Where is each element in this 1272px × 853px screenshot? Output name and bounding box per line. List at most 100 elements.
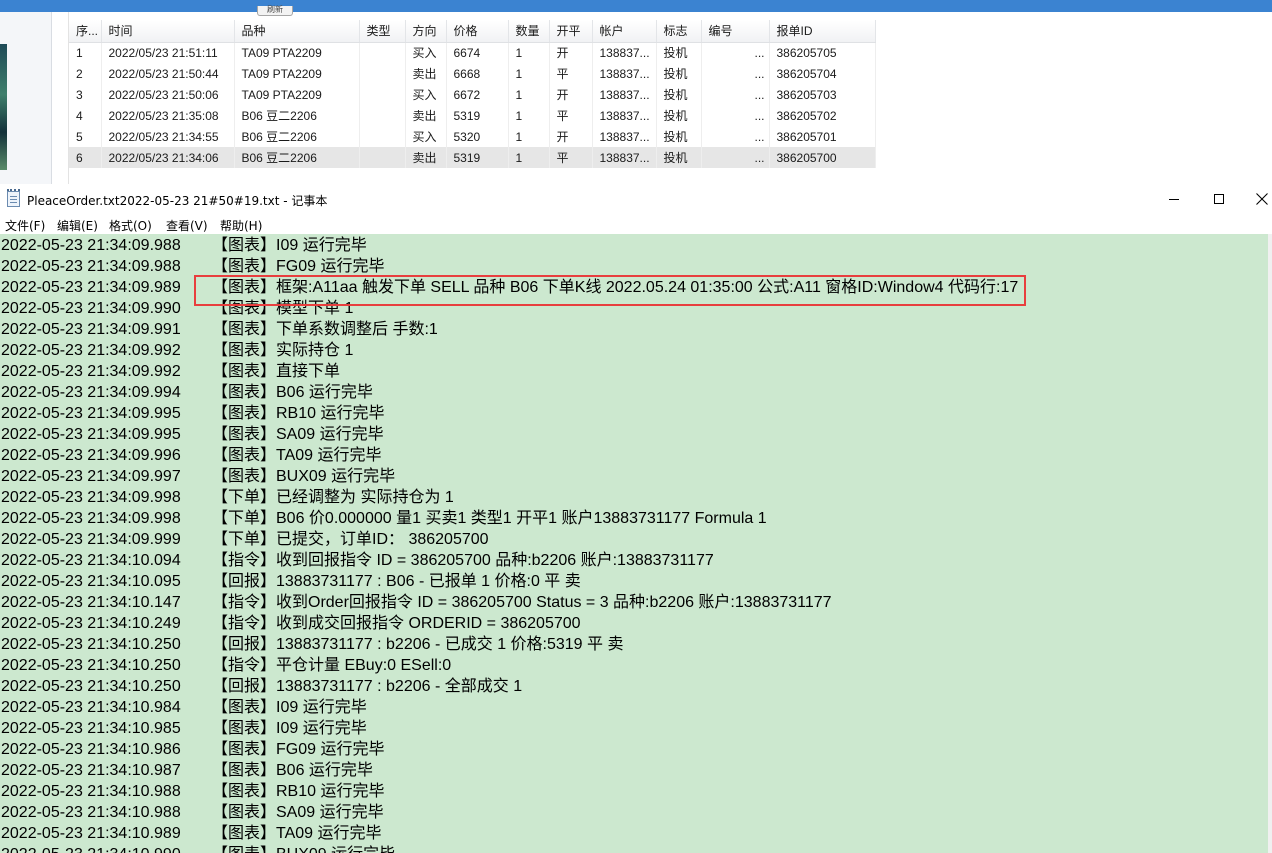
log-timestamp: 2022-05-23 21:34:10.990 (1, 844, 181, 853)
log-timestamp: 2022-05-23 21:34:09.994 (1, 384, 181, 401)
log-timestamp: 2022-05-23 21:34:09.999 (1, 531, 181, 548)
minimize-button[interactable] (1152, 184, 1196, 214)
cell-no: 5 (69, 126, 102, 147)
column-header[interactable]: 价格 (446, 20, 509, 43)
close-button[interactable] (1240, 184, 1272, 214)
log-line: 2022-05-23 21:34:10.988 【图表】RB10 运行完毕 (0, 781, 1265, 802)
column-header[interactable]: 时间 (101, 20, 235, 43)
cell-symbol: TA09 PTA2209 (234, 84, 360, 105)
column-header[interactable]: 序... (69, 20, 102, 43)
cell-price: 6674 (446, 42, 509, 63)
background-side-panel: 22 (0, 12, 52, 196)
table-row[interactable]: 2 2022/05/23 21:50:44 TA09 PTA2209 卖出 6668 1 平… (69, 63, 876, 84)
table-header-row: 序... 时间 品种 类型 方向 价格 数量 开平 帐户 标志 编号 报单ID (69, 20, 876, 43)
column-header[interactable]: 编号 (701, 20, 770, 43)
cell-code: ... (701, 42, 770, 63)
log-timestamp: 2022-05-23 21:34:10.250 (1, 657, 181, 674)
menu-file[interactable]: 文件(F) (5, 217, 45, 234)
log-timestamp: 2022-05-23 21:34:09.988 (1, 237, 181, 254)
log-message: 【图表】TA09 运行完毕 (212, 447, 382, 464)
log-line: 2022-05-23 21:34:10.250 【回报】13883731177 :… (0, 634, 1265, 655)
cell-oc: 平 (549, 63, 593, 84)
column-header[interactable]: 方向 (405, 20, 447, 43)
background-window-strip (0, 0, 1272, 12)
cell-order-id: 386205702 (769, 105, 876, 126)
menu-help[interactable]: 帮助(H) (220, 217, 262, 234)
cell-dir: 买入 (405, 126, 447, 147)
cell-account: 138837... (592, 126, 657, 147)
log-message: 【图表】RB10 运行完毕 (212, 405, 385, 422)
log-message: 【指令】收到Order回报指令 ID = 386205700 Status = … (212, 594, 832, 611)
log-line: 2022-05-23 21:34:09.992 【图表】直接下单 (0, 361, 1265, 382)
cell-no: 3 (69, 84, 102, 105)
cell-type (359, 126, 406, 147)
cell-price: 6668 (446, 63, 509, 84)
log-line: 2022-05-23 21:34:09.997 【图表】BUX09 运行完毕 (0, 466, 1265, 487)
cell-time: 2022/05/23 21:51:11 (101, 42, 235, 63)
cell-account: 138837... (592, 147, 657, 168)
log-line: 2022-05-23 21:34:09.999 【下单】已提交，订单ID： 386… (0, 529, 1265, 550)
column-header[interactable]: 帐户 (592, 20, 657, 43)
log-line: 2022-05-23 21:34:10.094 【指令】收到回报指令 ID = 3… (0, 550, 1265, 571)
cell-symbol: TA09 PTA2209 (234, 42, 360, 63)
cell-account: 138837... (592, 42, 657, 63)
log-line: 2022-05-23 21:34:10.250 【指令】平仓计量 EBuy:0 E… (0, 655, 1265, 676)
table-row[interactable]: 3 2022/05/23 21:50:06 TA09 PTA2209 买入 6672 1 开… (69, 84, 876, 105)
log-message: 【图表】B06 运行完毕 (212, 762, 373, 779)
log-line: 2022-05-23 21:34:09.989 【图表】框架:A11aa 触发下单… (0, 277, 1265, 298)
log-timestamp: 2022-05-23 21:34:10.249 (1, 615, 181, 632)
order-table: 序... 时间 品种 类型 方向 价格 数量 开平 帐户 标志 编号 报单ID 1 2022/05/23… (69, 20, 876, 168)
cell-dir: 卖出 (405, 147, 447, 168)
column-header[interactable]: 标志 (656, 20, 702, 43)
log-line: 2022-05-23 21:34:09.994 【图表】B06 运行完毕 (0, 382, 1265, 403)
log-line: 2022-05-23 21:34:09.998 【下单】B06 价0.000000… (0, 508, 1265, 529)
log-message: 【图表】SA09 运行完毕 (212, 426, 384, 443)
order-grid: 刷新 序... 时间 品种 类型 方向 价格 数量 开平 帐户 标志 编号 报单ID 1 2022/05… (68, 6, 876, 184)
log-line: 2022-05-23 21:34:10.249 【指令】收到成交回报指令 ORDE… (0, 613, 1265, 634)
cell-flag: 投机 (656, 42, 702, 63)
log-message: 【图表】BUX09 运行完毕 (212, 468, 396, 485)
table-row[interactable]: 5 2022/05/23 21:34:55 B06 豆二2206 买入 5320 1 开 13… (69, 126, 876, 147)
table-row[interactable]: 4 2022/05/23 21:35:08 B06 豆二2206 卖出 5319 1 平 13… (69, 105, 876, 126)
cell-dir: 买入 (405, 42, 447, 63)
log-message: 【图表】B06 运行完毕 (212, 384, 373, 401)
menu-format[interactable]: 格式(O) (109, 217, 152, 234)
log-timestamp: 2022-05-23 21:34:10.095 (1, 573, 181, 590)
log-message: 【图表】I09 运行完毕 (212, 720, 367, 737)
cell-type (359, 105, 406, 126)
log-timestamp: 2022-05-23 21:34:10.988 (1, 804, 181, 821)
maximize-icon (1214, 194, 1224, 204)
text-editor[interactable]: 2022-05-23 21:34:09.988 【图表】I09 运行完毕 2022-… (0, 234, 1272, 853)
cell-oc: 平 (549, 105, 593, 126)
table-row[interactable]: 1 2022/05/23 21:51:11 TA09 PTA2209 买入 6674 1 开… (69, 42, 876, 63)
cell-order-id: 386205705 (769, 42, 876, 63)
refresh-button[interactable]: 刷新 (257, 6, 293, 16)
column-header[interactable]: 报单ID (769, 20, 876, 43)
log-timestamp: 2022-05-23 21:34:09.998 (1, 510, 181, 527)
menu-view[interactable]: 查看(V) (166, 217, 208, 234)
cell-type (359, 63, 406, 84)
cell-qty: 1 (508, 105, 550, 126)
cell-code: ... (701, 147, 770, 168)
image-thumbnail (0, 44, 7, 170)
column-header[interactable]: 数量 (508, 20, 550, 43)
menu-edit[interactable]: 编辑(E) (57, 217, 98, 234)
cell-price: 5320 (446, 126, 509, 147)
vertical-scrollbar[interactable] (1268, 234, 1272, 853)
log-timestamp: 2022-05-23 21:34:09.990 (1, 300, 181, 317)
cell-price: 6672 (446, 84, 509, 105)
notepad-titlebar[interactable]: PleaceOrder.txt2022-05-23 21#50#19.txt -… (0, 184, 1272, 214)
log-timestamp: 2022-05-23 21:34:10.984 (1, 699, 181, 716)
cell-order-id: 386205700 (769, 147, 876, 168)
log-message: 【图表】SA09 运行完毕 (212, 804, 384, 821)
cell-order-id: 386205701 (769, 126, 876, 147)
column-header[interactable]: 品种 (234, 20, 360, 43)
table-row[interactable]: 6 2022/05/23 21:34:06 B06 豆二2206 卖出 5319 1 平 13… (69, 147, 876, 168)
column-header[interactable]: 开平 (549, 20, 593, 43)
log-line: 2022-05-23 21:34:10.095 【回报】13883731177 :… (0, 571, 1265, 592)
column-header[interactable]: 类型 (359, 20, 406, 43)
log-timestamp: 2022-05-23 21:34:09.992 (1, 342, 181, 359)
cell-no: 2 (69, 63, 102, 84)
log-message: 【图表】I09 运行完毕 (212, 699, 367, 716)
maximize-button[interactable] (1197, 184, 1241, 214)
